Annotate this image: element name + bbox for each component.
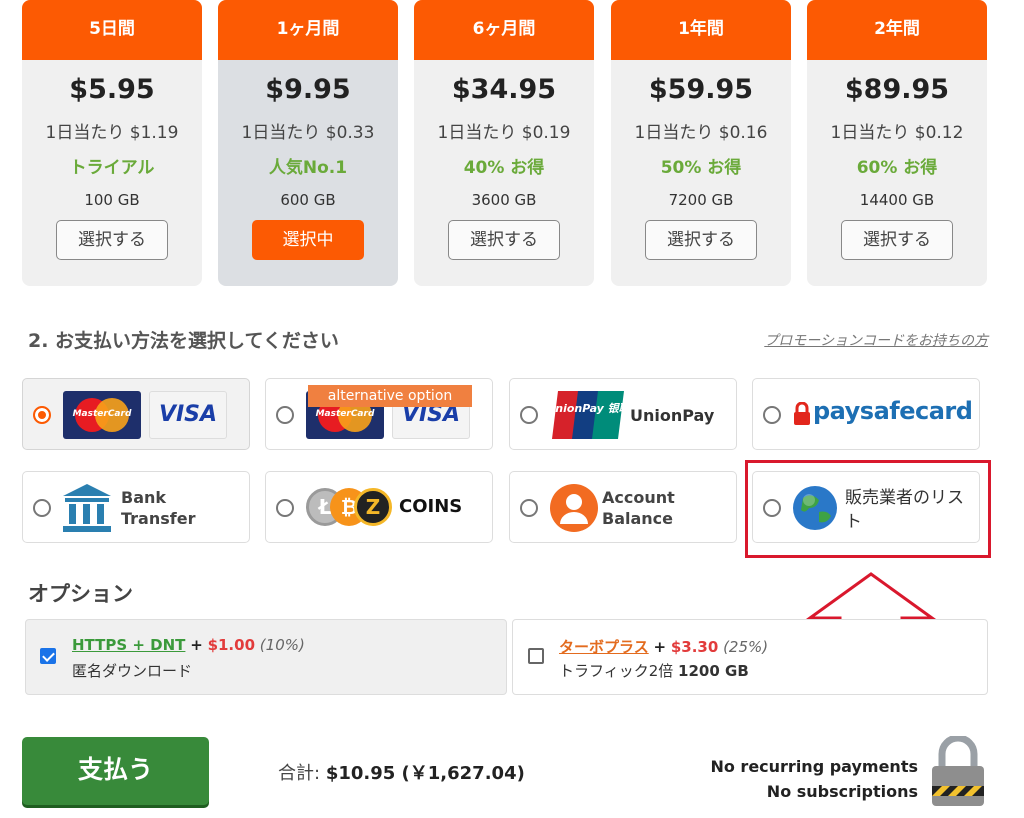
- paysafecard-radio[interactable]: [763, 406, 781, 424]
- bank-transfer-radio[interactable]: [33, 499, 51, 517]
- turbo-plus-line: ターボプラス + $3.30 (25%): [559, 636, 768, 657]
- bank-label-line2: Transfer: [121, 509, 196, 528]
- account-balance-radio[interactable]: [520, 499, 538, 517]
- card-radio[interactable]: [33, 406, 51, 424]
- no-subscriptions-text: No subscriptions: [766, 782, 918, 801]
- option-https-dnt[interactable]: HTTPS + DNT + $1.00 (10%) 匿名ダウンロード: [25, 619, 507, 695]
- account-balance-label: Account Balance: [602, 487, 675, 529]
- user-account-icon: [550, 484, 598, 532]
- plan-daily-price: 1日当たり $0.12: [830, 123, 964, 143]
- unionpay-logo-icon: UnionPay 银联: [550, 391, 626, 439]
- annotation-highlight-box: [745, 460, 991, 558]
- mastercard-logo-icon: MasterCard: [63, 391, 141, 439]
- plan-daily-price: 1日当たり $0.16: [634, 123, 768, 143]
- account-label-line1: Account: [602, 488, 675, 507]
- unionpay-radio[interactable]: [520, 406, 538, 424]
- plan-price: $89.95: [844, 74, 950, 105]
- plan-card-1month[interactable]: 1ヶ月間 $9.95 1日当たり $0.33 人気No.1 600 GB 選択中: [218, 0, 398, 286]
- visa-logo-icon: VISA: [149, 391, 227, 439]
- bank-label-line1: Bank: [121, 488, 167, 507]
- zcash-icon: Z: [354, 488, 392, 526]
- payment-option-coins[interactable]: Ł ₿ Z COINS: [265, 471, 493, 543]
- https-dnt-price: $1.00: [207, 636, 256, 654]
- plan-card-5days[interactable]: 5日間 $5.95 1日当たり $1.19 トライアル 100 GB 選択する: [22, 0, 202, 286]
- coins-label: COINS: [399, 496, 463, 517]
- plan-card-6months[interactable]: 6ヶ月間 $34.95 1日当たり $0.19 40% お得 3600 GB 選…: [414, 0, 594, 286]
- payment-option-card[interactable]: MasterCard VISA: [22, 378, 250, 450]
- plan-traffic: 3600 GB: [471, 191, 537, 209]
- turbo-plus-price: $3.30: [670, 638, 719, 656]
- plus-sign: +: [653, 638, 667, 656]
- promo-code-link[interactable]: プロモーションコードをお持ちの方: [764, 330, 988, 350]
- plan-price: $34.95: [451, 74, 557, 105]
- plan-tag: 50% お得: [660, 158, 742, 178]
- plan-daily-price: 1日当たり $0.33: [241, 123, 375, 143]
- payment-option-bank-transfer[interactable]: Bank Transfer: [22, 471, 250, 543]
- https-dnt-link[interactable]: HTTPS + DNT: [72, 636, 185, 654]
- turbo-plus-link[interactable]: ターボプラス: [559, 638, 649, 656]
- turbo-desc-text: トラフィック2倍: [559, 662, 674, 680]
- https-dnt-description: 匿名ダウンロード: [72, 662, 193, 680]
- unionpay-label: UnionPay: [630, 406, 715, 425]
- option-turbo-plus[interactable]: ターボプラス + $3.30 (25%) トラフィック2倍 1200 GB: [512, 619, 988, 695]
- plan-tag: トライアル: [69, 158, 155, 178]
- selected-plan-button[interactable]: 選択中: [252, 220, 364, 260]
- alternative-option-badge: alternative option: [308, 385, 472, 407]
- total-value: $10.95 (￥1,627.04): [325, 763, 525, 784]
- mastercard-text: MasterCard: [315, 409, 375, 419]
- options-title: オプション: [28, 581, 133, 606]
- bank-transfer-label: Bank Transfer: [121, 487, 195, 529]
- order-total: 合計: $10.95 (￥1,627.04): [278, 759, 525, 785]
- unionpay-logo-text: UnionPay 银联: [550, 402, 626, 415]
- plan-name: 1ヶ月間: [218, 0, 398, 60]
- pay-button[interactable]: 支払う: [22, 737, 209, 805]
- padlock-red-icon: [794, 402, 810, 425]
- select-plan-button[interactable]: 選択する: [645, 220, 757, 260]
- plan-tag: 60% お得: [856, 158, 938, 178]
- plan-daily-price: 1日当たり $1.19: [45, 123, 179, 143]
- turbo-plus-description: トラフィック2倍 1200 GB: [559, 660, 749, 681]
- plan-daily-price: 1日当たり $0.19: [437, 123, 571, 143]
- https-dnt-percent: (10%): [259, 636, 305, 654]
- turbo-plus-percent: (25%): [723, 638, 769, 656]
- payment-section-title: 2. お支払い方法を選択してください: [28, 330, 339, 352]
- plan-card-2years[interactable]: 2年間 $89.95 1日当たり $0.12 60% お得 14400 GB 選…: [807, 0, 987, 286]
- plan-traffic: 7200 GB: [668, 191, 734, 209]
- plan-tag: 40% お得: [463, 158, 545, 178]
- select-plan-button[interactable]: 選択する: [56, 220, 168, 260]
- total-label: 合計:: [278, 763, 321, 784]
- payment-option-unionpay[interactable]: UnionPay 银联 UnionPay: [509, 378, 737, 450]
- plan-name: 5日間: [22, 0, 202, 60]
- account-label-line2: Balance: [602, 509, 673, 528]
- mastercard-text: MasterCard: [72, 409, 132, 419]
- coins-radio[interactable]: [276, 499, 294, 517]
- plan-price: $5.95: [69, 74, 155, 105]
- https-dnt-checkbox[interactable]: [40, 648, 56, 664]
- card-alt-radio[interactable]: [276, 406, 294, 424]
- select-plan-button[interactable]: 選択する: [448, 220, 560, 260]
- payment-option-card-alternative[interactable]: MasterCard VISA alternative option: [265, 378, 493, 450]
- bank-building-icon: [63, 484, 111, 532]
- turbo-plus-checkbox[interactable]: [528, 648, 544, 664]
- paysafecard-logo-text: paysafecard: [813, 397, 973, 425]
- plan-traffic: 600 GB: [280, 191, 336, 209]
- plan-card-1year[interactable]: 1年間 $59.95 1日当たり $0.16 50% お得 7200 GB 選択…: [611, 0, 791, 286]
- plan-name: 2年間: [807, 0, 987, 60]
- https-dnt-line: HTTPS + DNT + $1.00 (10%): [72, 636, 305, 654]
- select-plan-button[interactable]: 選択する: [841, 220, 953, 260]
- plan-name: 6ヶ月間: [414, 0, 594, 60]
- plan-price: $9.95: [265, 74, 351, 105]
- turbo-desc-gb: 1200 GB: [678, 662, 749, 680]
- payment-option-paysafecard[interactable]: paysafecard: [752, 378, 980, 450]
- plan-name: 1年間: [611, 0, 791, 60]
- plan-traffic: 100 GB: [84, 191, 140, 209]
- checkout-page: 5日間 $5.95 1日当たり $1.19 トライアル 100 GB 選択する …: [0, 0, 1024, 818]
- payment-option-account-balance[interactable]: Account Balance: [509, 471, 737, 543]
- plan-traffic: 14400 GB: [859, 191, 935, 209]
- plan-tag: 人気No.1: [268, 158, 348, 178]
- no-recurring-text: No recurring payments: [710, 757, 918, 776]
- padlock-icon: [932, 736, 984, 806]
- plan-price: $59.95: [648, 74, 754, 105]
- plus-sign: +: [190, 636, 203, 654]
